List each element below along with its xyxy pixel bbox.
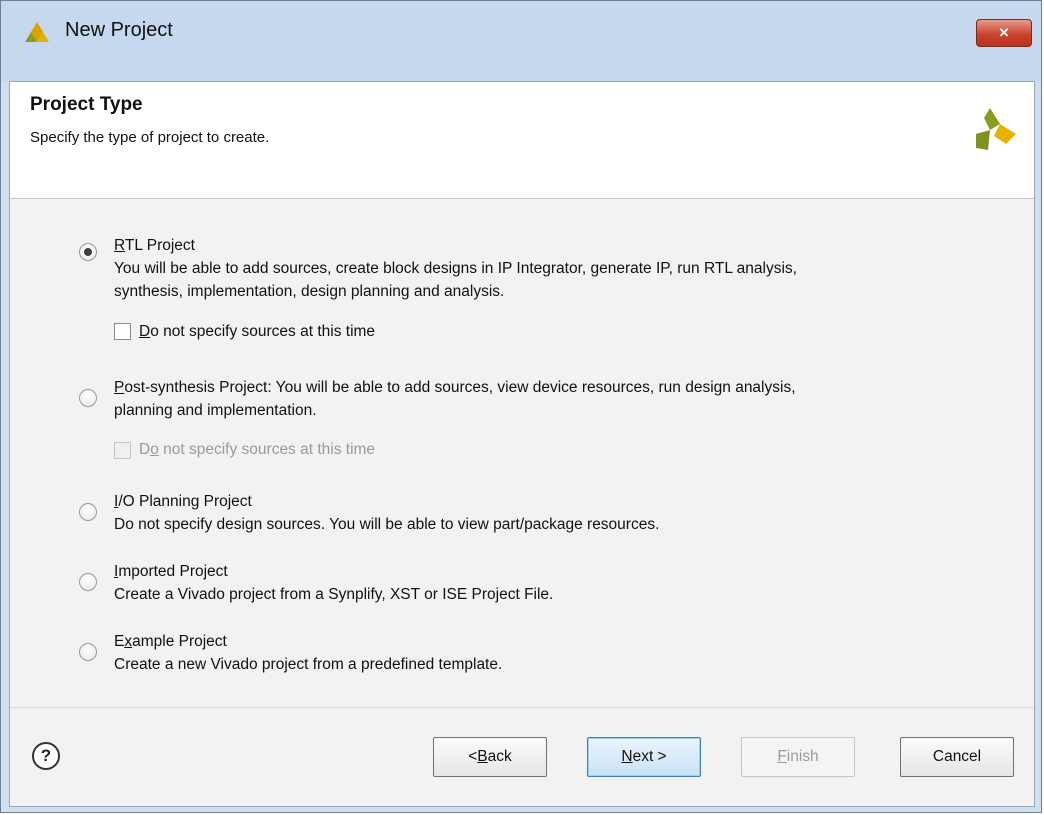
post-synth-no-sources-post: not specify sources at this time [158, 441, 376, 458]
example-mnemonic: x [124, 633, 133, 650]
dialog-content: Project Type Specify the type of project… [9, 81, 1035, 807]
post-synth-no-sources-mnemonic: o [150, 441, 159, 458]
io-planning-project-radio[interactable] [79, 503, 97, 521]
back-button[interactable]: < Back [433, 737, 547, 777]
close-icon: × [999, 23, 1009, 42]
vivado-logo-icon [976, 108, 1016, 150]
rtl-project-mnemonic: R [114, 237, 125, 254]
rtl-project-description-1: You will be able to add sources, create … [114, 260, 797, 277]
example-description: Create a new Vivado project from a prede… [114, 656, 503, 673]
footer-divider [10, 707, 1034, 708]
post-synthesis-project-radio[interactable] [79, 389, 97, 407]
io-planning-project-label[interactable]: I/O Planning Project [114, 490, 252, 513]
example-project-radio[interactable] [79, 643, 97, 661]
finish-button[interactable]: Finish [741, 737, 855, 777]
imported-project-label[interactable]: Imported Project [114, 560, 228, 583]
example-project-label[interactable]: Example Project [114, 630, 227, 653]
rtl-no-sources-label[interactable]: Do not specify sources at this time [139, 323, 375, 341]
post-synthesis-text: ost-synthesis Project: You will be able … [124, 379, 796, 396]
finish-post: inish [786, 748, 819, 765]
imported-name: mported Project [118, 563, 228, 580]
new-project-window: New Project × Project Type Specify the t… [0, 0, 1042, 813]
example-pre: E [114, 633, 125, 650]
imported-description: Create a Vivado project from a Synplify,… [114, 586, 554, 603]
rtl-no-sources-checkbox[interactable] [114, 323, 131, 340]
imported-project-radio[interactable] [79, 573, 97, 591]
page-subtitle: Specify the type of project to create. [30, 129, 270, 146]
io-planning-name: /O Planning Project [118, 493, 252, 510]
page-header: Project Type Specify the type of project… [10, 82, 1034, 199]
example-name: ample Project [132, 633, 227, 650]
rtl-project-name: TL Project [124, 237, 195, 254]
io-planning-description: Do not specify design sources. You will … [114, 516, 660, 533]
finish-mnemonic: F [777, 748, 787, 765]
next-mnemonic: N [621, 748, 633, 765]
post-synthesis-mnemonic: P [114, 379, 125, 396]
post-synth-no-sources-pre: D [139, 441, 151, 458]
cancel-button[interactable]: Cancel [900, 737, 1014, 777]
rtl-no-sources-mnemonic: D [139, 323, 151, 340]
vivado-app-icon [25, 22, 49, 42]
title-bar[interactable]: New Project × [1, 1, 1041, 81]
rtl-project-description-2: synthesis, implementation, design planni… [114, 283, 505, 300]
rtl-no-sources-post: o not specify sources at this time [150, 323, 376, 340]
next-post: ext > [632, 748, 667, 765]
post-synthesis-project-label[interactable]: Post-synthesis Project: You will be able… [114, 376, 796, 399]
back-pre: < [468, 748, 478, 765]
back-mnemonic: B [477, 748, 488, 765]
window-title: New Project [65, 19, 173, 41]
rtl-project-label[interactable]: RTL Project [114, 234, 195, 257]
post-synth-no-sources-checkbox[interactable] [114, 442, 131, 459]
post-synth-no-sources-label[interactable]: Do not specify sources at this time [139, 441, 375, 459]
rtl-project-radio[interactable] [79, 243, 97, 261]
help-icon[interactable]: ? [32, 742, 60, 770]
close-button[interactable]: × [976, 19, 1032, 47]
page-title: Project Type [30, 94, 143, 115]
next-button[interactable]: Next > [587, 737, 701, 777]
back-post: ack [487, 748, 512, 765]
post-synthesis-description: planning and implementation. [114, 402, 317, 419]
